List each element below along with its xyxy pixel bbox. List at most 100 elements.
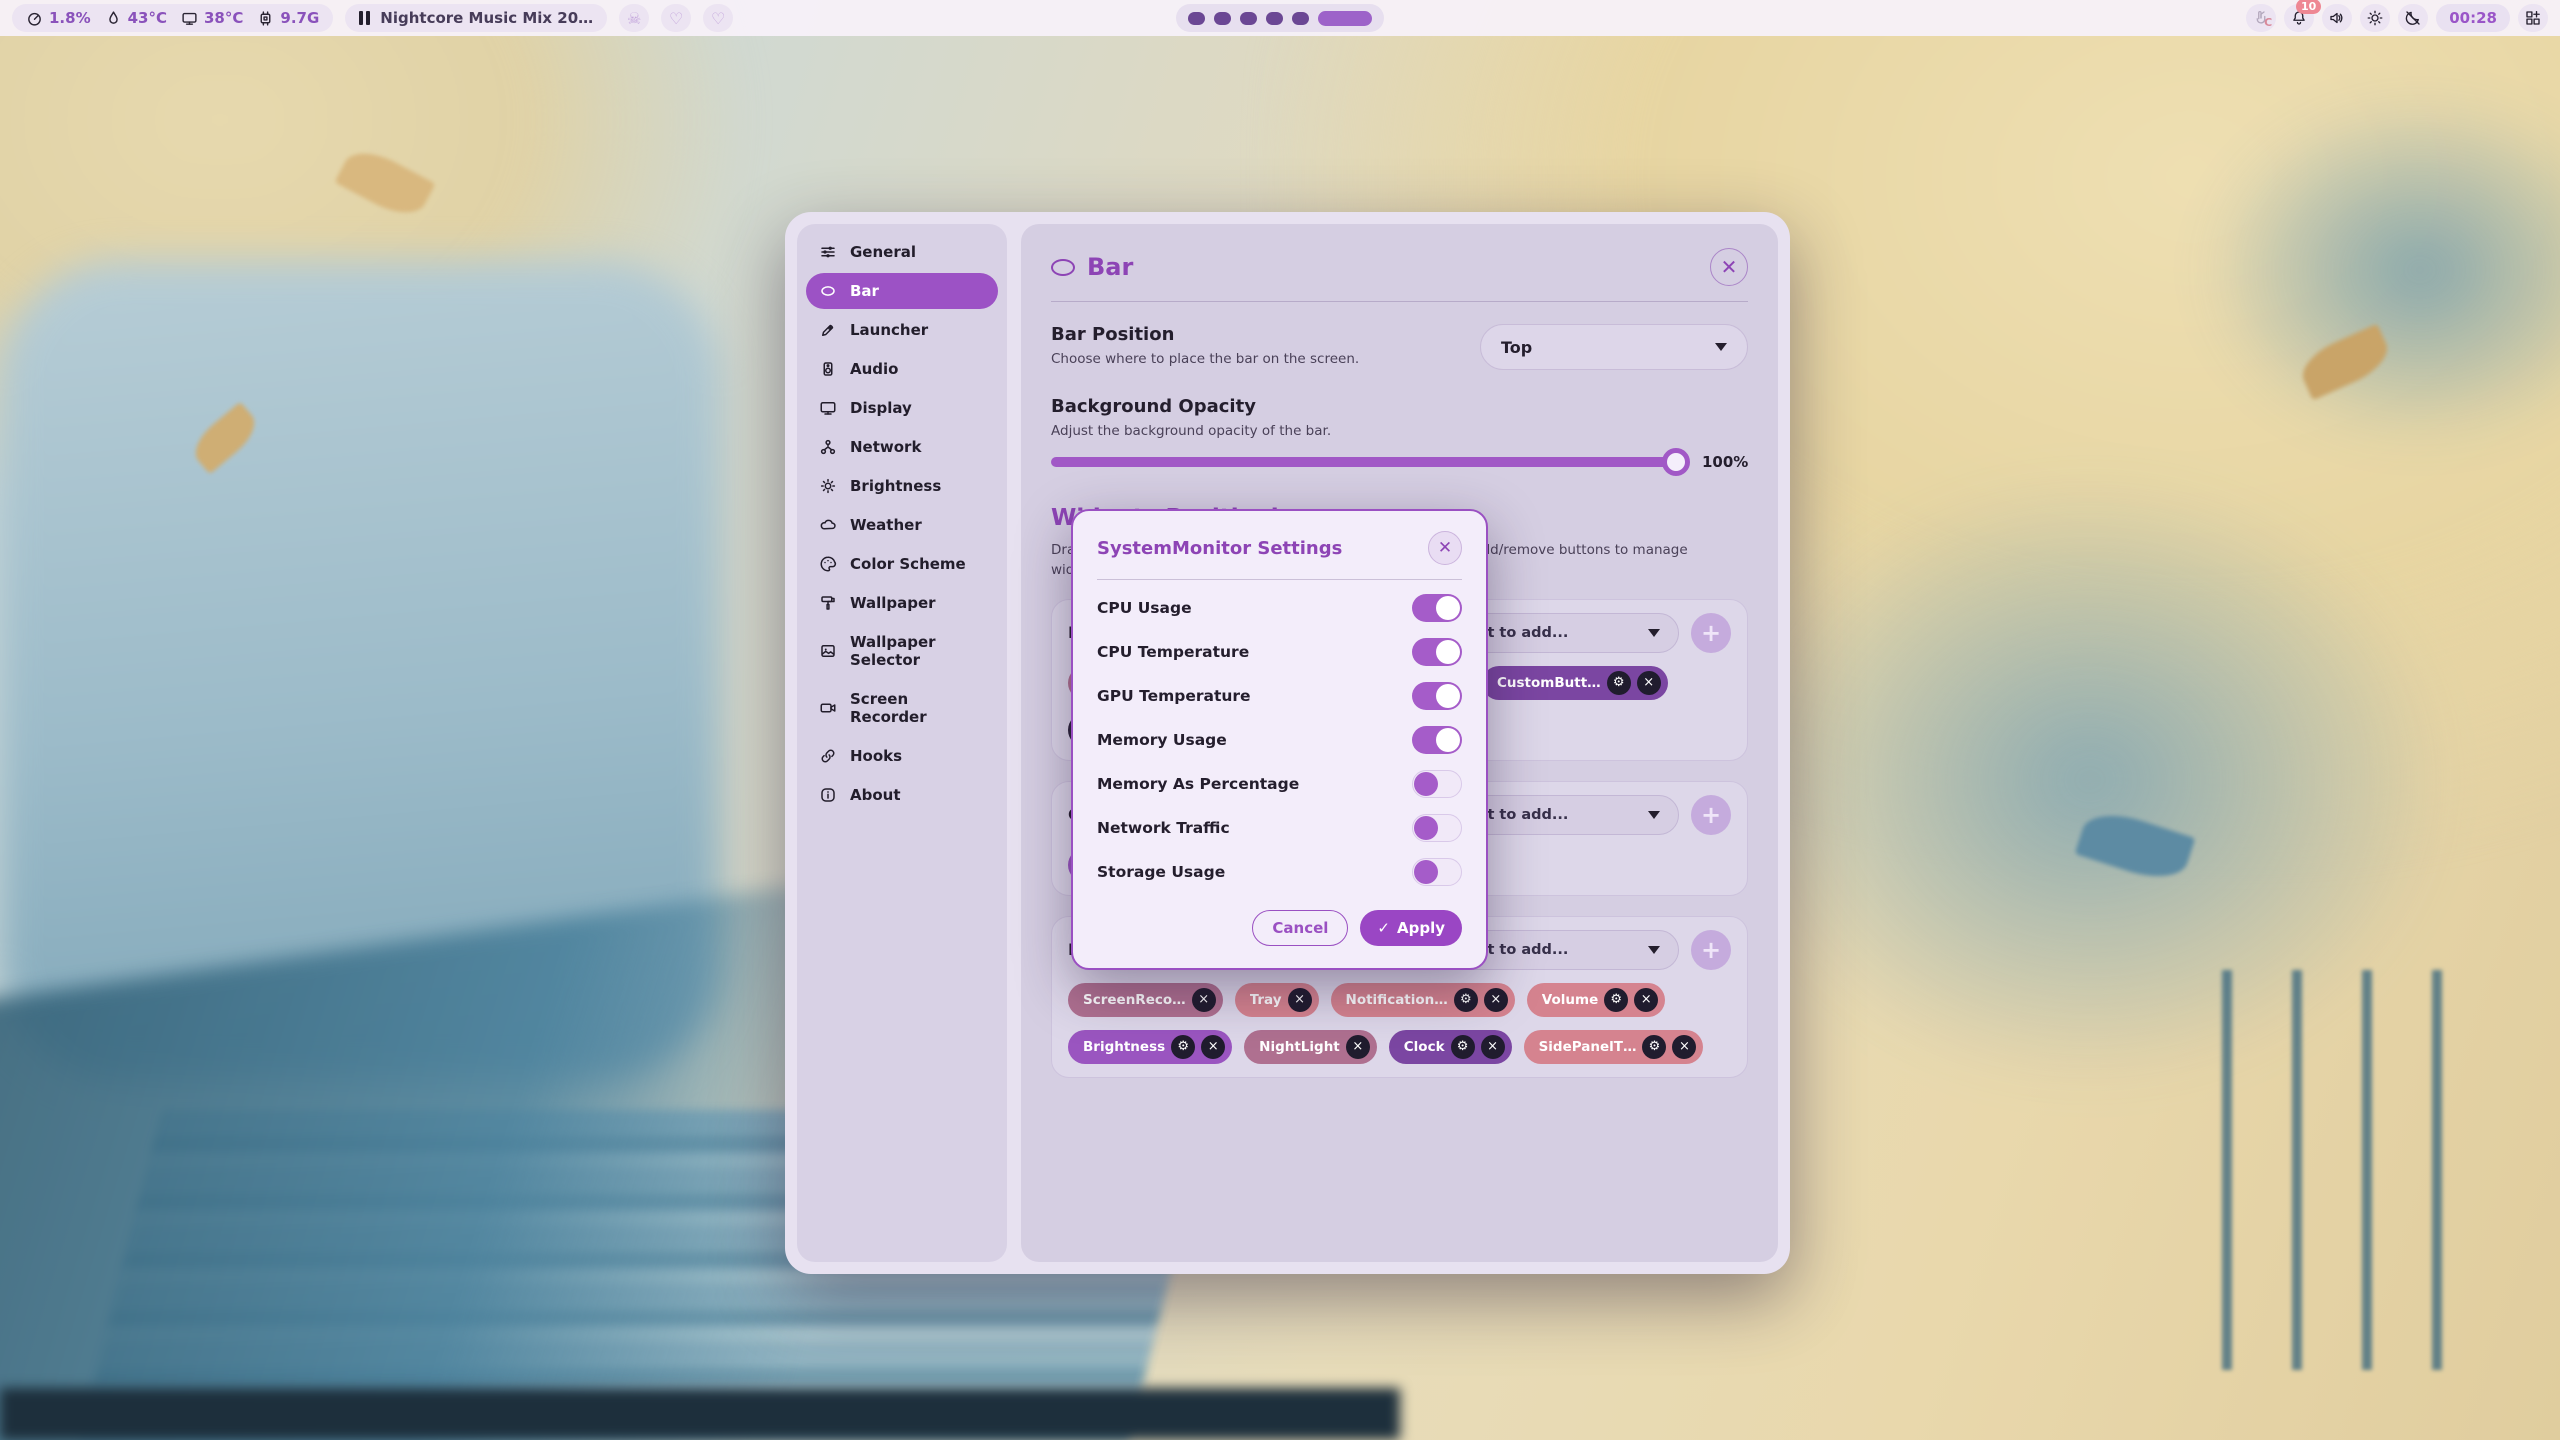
gpu-temperature-toggle[interactable] [1412, 682, 1462, 710]
add-widget-button[interactable]: + [1691, 613, 1731, 653]
sidebar-item-audio[interactable]: Audio [806, 351, 998, 387]
close-icon[interactable]: × [1201, 1035, 1225, 1059]
sidebar-item-wallpaper[interactable]: Wallpaper [806, 585, 998, 621]
sidebar-item-hooks[interactable]: Hooks [806, 738, 998, 774]
memory-usage-toggle[interactable] [1412, 726, 1462, 754]
sidebar-item-about[interactable]: About [806, 777, 998, 813]
window-close-button[interactable]: ✕ [1710, 248, 1748, 286]
volume-icon[interactable] [2322, 4, 2352, 32]
widget-chip-notifications[interactable]: Notification… ⚙ × [1331, 983, 1515, 1017]
close-icon[interactable]: × [1672, 1035, 1696, 1059]
sidebar-item-display[interactable]: Display [806, 390, 998, 426]
workspace-dot[interactable] [1188, 12, 1205, 25]
night-light-icon[interactable] [2398, 4, 2428, 32]
widget-chip-screenrecorder[interactable]: ScreenReco… × [1068, 983, 1223, 1017]
modal-header: SystemMonitor Settings ✕ [1097, 531, 1462, 565]
workspace-indicator [1176, 4, 1384, 32]
media-title: Nightcore Music Mix 20… [380, 9, 593, 27]
close-icon[interactable]: × [1637, 671, 1661, 695]
paint-roller-icon [819, 594, 837, 612]
sidebar-item-weather[interactable]: Weather [806, 507, 998, 543]
add-widget-button[interactable]: + [1691, 930, 1731, 970]
modal-buttons: Cancel ✓ Apply [1097, 910, 1462, 946]
slider-knob[interactable] [1662, 448, 1690, 476]
widget-chip-clock[interactable]: Clock ⚙ × [1389, 1030, 1512, 1064]
close-icon[interactable]: × [1192, 988, 1216, 1012]
toggle-label: CPU Usage [1097, 599, 1192, 617]
workspace-dot[interactable] [1240, 12, 1257, 25]
close-icon[interactable]: × [1484, 988, 1508, 1012]
cloud-icon [819, 516, 837, 534]
heart-icon[interactable]: ♡ [703, 4, 733, 32]
storage-usage-toggle[interactable] [1412, 858, 1462, 886]
opacity-slider[interactable] [1051, 457, 1686, 467]
sidebar-item-wallpaper-selector[interactable]: Wallpaper Selector [806, 624, 998, 678]
wallpaper-leaf [187, 402, 264, 475]
bar-position-value: Top [1501, 338, 1532, 357]
gear-icon[interactable]: ⚙ [1604, 988, 1628, 1012]
cpu-usage-toggle[interactable] [1412, 594, 1462, 622]
widget-chip[interactable]: CustomButt… ⚙ × [1482, 666, 1668, 700]
gear-icon[interactable]: ⚙ [1451, 1035, 1475, 1059]
apply-button[interactable]: ✓ Apply [1360, 910, 1462, 946]
heart-icon[interactable]: ♡ [661, 4, 691, 32]
apps-grid-icon[interactable] [2518, 4, 2548, 32]
bar-position-dropdown[interactable]: Top [1480, 324, 1748, 370]
network-traffic-toggle[interactable] [1412, 814, 1462, 842]
add-widget-button[interactable]: + [1691, 795, 1731, 835]
toggle-label: Memory As Percentage [1097, 775, 1299, 793]
sidebar-item-network[interactable]: Network [806, 429, 998, 465]
sidebar-item-screen-recorder[interactable]: Screen Recorder [806, 681, 998, 735]
clock[interactable]: 00:28 [2436, 4, 2510, 32]
speaker-box-icon [819, 360, 837, 378]
chips-row: Brightness ⚙ × NightLight × Clock ⚙ × Si… [1068, 1030, 1731, 1064]
sidebar-item-general[interactable]: General [806, 234, 998, 270]
widget-chip-label: Volume [1542, 992, 1598, 1008]
gear-icon[interactable]: ⚙ [1171, 1035, 1195, 1059]
cpu-temp-value: 43°C [128, 9, 167, 27]
brightness-icon[interactable] [2360, 4, 2390, 32]
close-icon[interactable]: × [1346, 1035, 1370, 1059]
sidebar-item-brightness[interactable]: Brightness [806, 468, 998, 504]
sidebar-item-bar[interactable]: Bar [806, 273, 998, 309]
pause-icon[interactable] [359, 11, 370, 25]
workspace-active-pill[interactable] [1318, 11, 1372, 26]
toggle-row: Memory As Percentage [1097, 762, 1462, 806]
cpu-temperature-toggle[interactable] [1412, 638, 1462, 666]
toggle-label: CPU Temperature [1097, 643, 1249, 661]
widget-chip-sidepanel[interactable]: SidePanelT… ⚙ × [1524, 1030, 1704, 1064]
workspace-dot[interactable] [1214, 12, 1231, 25]
hand-gesture-icon[interactable]: C [2246, 4, 2276, 32]
chevron-down-icon [1715, 343, 1727, 351]
close-icon[interactable]: × [1481, 1035, 1505, 1059]
toggle-label: Memory Usage [1097, 731, 1227, 749]
close-icon[interactable]: ✕ [1428, 531, 1462, 565]
memory-as-percentage-toggle[interactable] [1412, 770, 1462, 798]
widget-chip-nightlight[interactable]: NightLight × [1244, 1030, 1377, 1064]
media-player-pill[interactable]: Nightcore Music Mix 20… [345, 4, 607, 32]
wallpaper-blue-blob [1680, 430, 2500, 1130]
sidebar-item-color-scheme[interactable]: Color Scheme [806, 546, 998, 582]
cancel-button[interactable]: Cancel [1252, 910, 1348, 946]
toggle-knob [1414, 860, 1438, 884]
gear-icon[interactable]: ⚙ [1607, 671, 1631, 695]
apply-button-label: Apply [1397, 919, 1445, 937]
workspace-dot[interactable] [1266, 12, 1283, 25]
widget-chip-volume[interactable]: Volume ⚙ × [1527, 983, 1665, 1017]
close-icon[interactable]: × [1634, 988, 1658, 1012]
sidebar-item-launcher[interactable]: Launcher [806, 312, 998, 348]
sidebar-item-label: Display [850, 399, 912, 417]
toggle-row: Memory Usage [1097, 718, 1462, 762]
chevron-down-icon [1648, 946, 1660, 954]
bell-icon[interactable]: 10 [2284, 4, 2314, 32]
video-camera-icon [819, 699, 837, 717]
toggle-row: Storage Usage [1097, 850, 1462, 894]
skull-icon[interactable]: ☠ [619, 4, 649, 32]
gear-icon[interactable]: ⚙ [1454, 988, 1478, 1012]
close-icon[interactable]: × [1288, 988, 1312, 1012]
gear-icon[interactable]: ⚙ [1642, 1035, 1666, 1059]
workspace-dot[interactable] [1292, 12, 1309, 25]
widget-chip-tray[interactable]: Tray × [1235, 983, 1319, 1017]
widget-chip-brightness[interactable]: Brightness ⚙ × [1068, 1030, 1232, 1064]
background-opacity-slider-row: 100% [1051, 453, 1748, 471]
